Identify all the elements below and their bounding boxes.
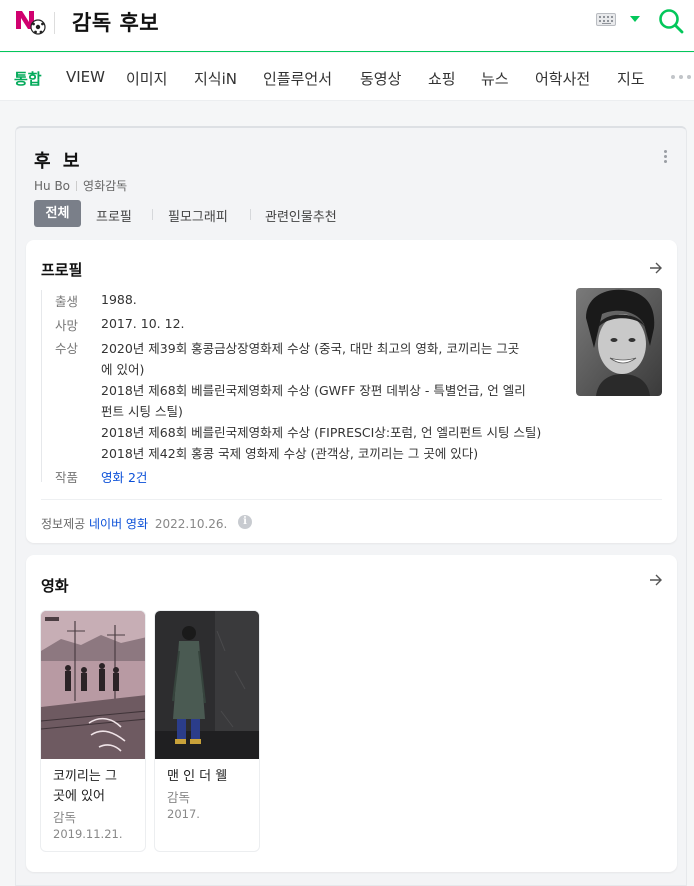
works-label: 작품 bbox=[55, 470, 79, 485]
death-value: 2017. 10. 12. bbox=[101, 316, 185, 331]
source-info: 정보제공 네이버 영화 2022.10.26. bbox=[41, 515, 227, 532]
award-line: 펀트 시팅 스틸) bbox=[101, 404, 183, 419]
movie-poster[interactable] bbox=[155, 611, 260, 759]
divider bbox=[76, 181, 78, 191]
tab-shopping[interactable]: 쇼핑 bbox=[428, 68, 456, 89]
person-romanized: Hu Bo bbox=[34, 179, 71, 193]
divider bbox=[250, 209, 251, 220]
profile-photo[interactable] bbox=[576, 288, 662, 396]
top-header: 감독 후보 bbox=[0, 0, 694, 52]
award-line: 2018년 제68회 베를린국제영화제 수상 (FIPRESCI상:포럼, 언 … bbox=[101, 425, 542, 440]
tab-influencer[interactable]: 인플루언서 bbox=[263, 68, 332, 89]
movie-title-line[interactable]: 코끼리는 그 bbox=[53, 769, 117, 784]
search-tabs: 통합 VIEW 이미지 지식iN 인플루언서 동영상 쇼핑 뉴스 어학사전 지도 bbox=[0, 53, 694, 101]
works-link[interactable]: 영화 2건 bbox=[101, 467, 147, 486]
more-tabs-icon[interactable] bbox=[671, 75, 694, 81]
tab-integrated[interactable]: 통합 bbox=[14, 68, 42, 89]
subtab-profile[interactable]: 프로필 bbox=[96, 206, 132, 225]
movie-poster[interactable] bbox=[41, 611, 146, 759]
movie-card[interactable]: 코끼리는 그곳에 있어 감독 2019.11.21. bbox=[40, 610, 146, 852]
search-query[interactable]: 감독 후보 bbox=[72, 7, 159, 37]
tab-view[interactable]: VIEW bbox=[66, 68, 105, 86]
info-divider bbox=[41, 290, 42, 482]
movie-card[interactable]: 맨 인 더 웰 감독 2017. bbox=[154, 610, 260, 852]
divider bbox=[41, 499, 662, 500]
arrow-right-icon[interactable] bbox=[649, 574, 663, 586]
movie-role: 감독 bbox=[53, 810, 77, 825]
movie-title-line[interactable]: 곳에 있어 bbox=[53, 789, 105, 804]
caret-down-icon[interactable] bbox=[630, 16, 640, 22]
tab-news[interactable]: 뉴스 bbox=[481, 68, 509, 89]
subtab-related-people[interactable]: 관련인물추천 bbox=[265, 206, 337, 225]
movie-title[interactable]: 맨 인 더 웰 bbox=[167, 767, 253, 787]
divider bbox=[152, 209, 153, 220]
person-name[interactable]: 후 보 bbox=[34, 147, 82, 173]
movies-title[interactable]: 영화 bbox=[41, 575, 69, 596]
header-divider bbox=[54, 12, 55, 34]
source-label: 정보제공 bbox=[41, 517, 86, 531]
search-icon[interactable] bbox=[658, 8, 684, 34]
subtab-filmography[interactable]: 필모그래피 bbox=[168, 206, 228, 225]
tab-images[interactable]: 이미지 bbox=[126, 68, 167, 89]
movie-title[interactable]: 코끼리는 그곳에 있어 bbox=[53, 767, 139, 807]
info-icon[interactable]: i bbox=[238, 515, 252, 529]
keyboard-icon[interactable] bbox=[596, 13, 616, 26]
award-line: 2018년 제68회 베를린국제영화제 수상 (GWFF 장편 데뷔상 - 특별… bbox=[101, 383, 526, 398]
awards-label: 수상 bbox=[55, 341, 79, 356]
award-line: 2018년 제42회 홍콩 국제 영화제 수상 (관객상, 코끼리는 그 곳에 … bbox=[101, 446, 479, 461]
movie-release-date: 2017. bbox=[167, 807, 200, 821]
person-occupation: 영화감독 bbox=[83, 179, 128, 193]
tab-kin[interactable]: 지식iN bbox=[194, 68, 237, 89]
person-subtitle: Hu Bo 영화감독 bbox=[34, 177, 127, 194]
movie-title-line[interactable]: 맨 인 더 웰 bbox=[167, 769, 227, 784]
source-link[interactable]: 네이버 영화 bbox=[89, 517, 148, 531]
death-label: 사망 bbox=[55, 318, 79, 333]
movie-release-date: 2019.11.21. bbox=[53, 827, 123, 841]
more-options-icon[interactable] bbox=[664, 150, 668, 164]
movie-role: 감독 bbox=[167, 790, 191, 805]
award-line: 에 있어) bbox=[101, 362, 145, 377]
award-line: 2020년 제39회 홍콩금상장영화제 수상 (중국, 대만 최고의 영화, 코… bbox=[101, 341, 520, 356]
tab-video[interactable]: 동영상 bbox=[360, 68, 401, 89]
tab-dictionary[interactable]: 어학사전 bbox=[535, 68, 590, 89]
subtab-all[interactable]: 전체 bbox=[34, 200, 81, 227]
source-date: 2022.10.26. bbox=[154, 517, 228, 531]
birth-label: 출생 bbox=[55, 294, 79, 309]
tab-map[interactable]: 지도 bbox=[617, 68, 645, 89]
arrow-right-icon[interactable] bbox=[649, 262, 663, 274]
profile-title[interactable]: 프로필 bbox=[41, 259, 82, 280]
naver-sports-logo-icon[interactable] bbox=[14, 9, 48, 35]
birth-value: 1988. bbox=[101, 292, 137, 307]
